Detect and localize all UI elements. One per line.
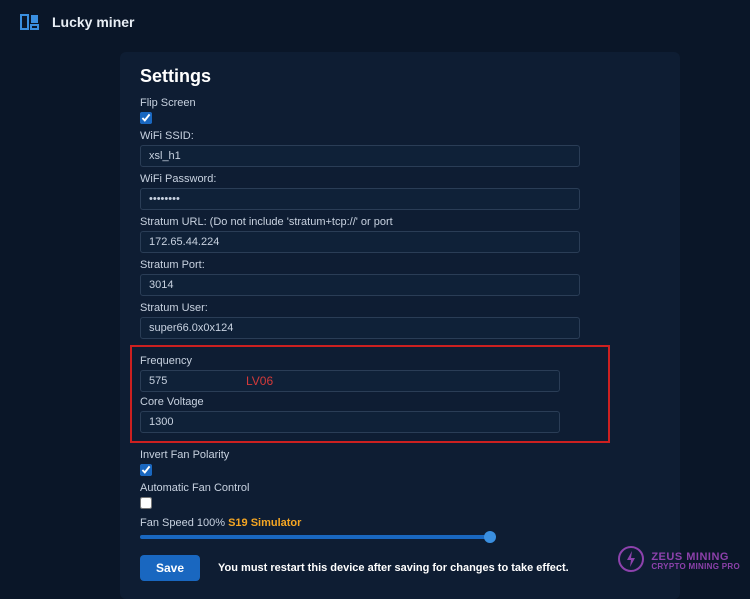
watermark-text: ZEUS MINING CRYPTO MINING PRO — [651, 552, 740, 571]
stratum-user-input[interactable] — [140, 317, 580, 339]
app-header: Lucky miner — [0, 0, 750, 44]
watermark: ZEUS MINING CRYPTO MINING PRO — [617, 545, 740, 578]
fan-speed-simulator-label: S19 Simulator — [228, 517, 301, 529]
watermark-line2: CRYPTO MINING PRO — [651, 563, 740, 571]
flip-screen-checkbox[interactable] — [140, 112, 152, 124]
save-button[interactable]: Save — [140, 555, 200, 581]
wifi-ssid-label: WiFi SSID: — [140, 130, 660, 142]
flip-screen-label: Flip Screen — [140, 97, 660, 109]
wifi-password-label: WiFi Password: — [140, 173, 660, 185]
frequency-voltage-highlight: LV06 Frequency Core Voltage — [130, 345, 610, 443]
core-voltage-input[interactable] — [140, 411, 560, 433]
frequency-input[interactable] — [140, 370, 560, 392]
lightning-icon — [617, 545, 645, 578]
highlight-annotation: LV06 — [246, 374, 273, 388]
footer-row: Save You must restart this device after … — [140, 555, 660, 581]
settings-title: Settings — [140, 66, 660, 87]
wifi-ssid-input[interactable] — [140, 145, 580, 167]
wifi-password-input[interactable] — [140, 188, 580, 210]
stratum-user-label: Stratum User: — [140, 302, 660, 314]
core-voltage-label: Core Voltage — [140, 396, 600, 408]
stratum-url-label: Stratum URL: (Do not include 'stratum+tc… — [140, 216, 660, 228]
invert-fan-checkbox[interactable] — [140, 464, 152, 476]
restart-message: You must restart this device after savin… — [218, 562, 569, 574]
brand-logo-icon — [18, 10, 42, 34]
auto-fan-label: Automatic Fan Control — [140, 482, 660, 494]
invert-fan-label: Invert Fan Polarity — [140, 449, 660, 461]
stratum-port-label: Stratum Port: — [140, 259, 660, 271]
fan-speed-label: Fan Speed 100% — [140, 517, 228, 529]
fan-speed-slider-thumb[interactable] — [484, 531, 496, 543]
auto-fan-checkbox[interactable] — [140, 497, 152, 509]
fan-speed-slider[interactable] — [140, 535, 490, 539]
brand-name: Lucky miner — [52, 14, 134, 30]
fan-speed-row: Fan Speed 100% S19 Simulator — [140, 517, 660, 529]
settings-panel: Settings Flip Screen WiFi SSID: WiFi Pas… — [120, 52, 680, 599]
frequency-label: Frequency — [140, 355, 600, 367]
stratum-url-input[interactable] — [140, 231, 580, 253]
stratum-port-input[interactable] — [140, 274, 580, 296]
